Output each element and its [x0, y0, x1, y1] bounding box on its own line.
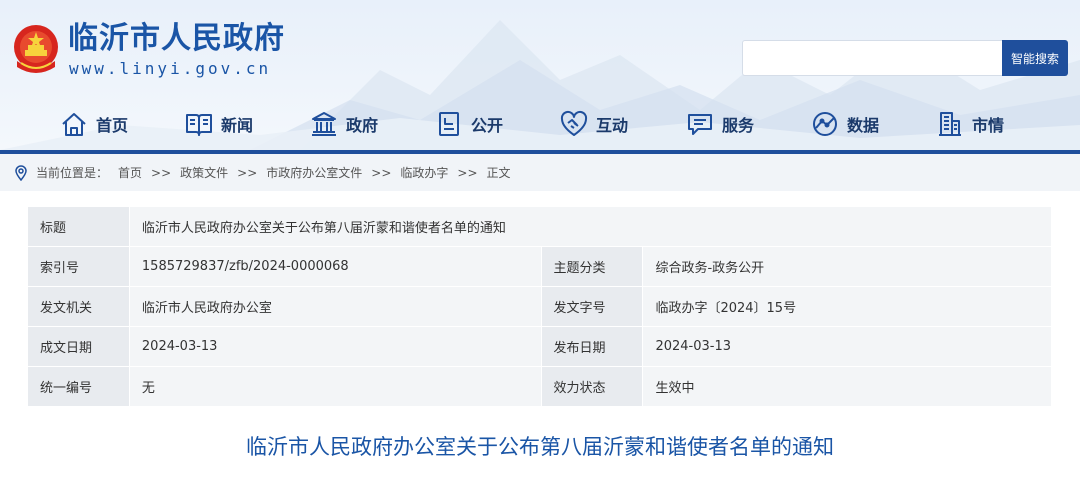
docno-value: 临政办字〔2024〕15号	[642, 286, 1052, 327]
breadcrumb-separator: >>	[237, 165, 258, 180]
document-icon	[439, 112, 459, 136]
nav-item-news[interactable]: 新闻	[185, 104, 253, 144]
published-date-value: 2024-03-13	[642, 326, 1052, 367]
home-icon	[62, 113, 86, 136]
breadcrumb-office-docs[interactable]: 市政府办公室文件	[266, 164, 362, 181]
nav-item-interaction[interactable]: 互动	[560, 104, 628, 144]
nav-label: 服务	[722, 116, 755, 135]
book-icon	[186, 114, 212, 136]
breadcrumb-separator: >>	[457, 165, 478, 180]
written-date-value: 2024-03-13	[128, 326, 542, 367]
topic-value: 综合政务-政务公开	[642, 246, 1052, 287]
title-label: 标题	[27, 206, 130, 247]
topic-label: 主题分类	[540, 246, 644, 287]
index-value: 1585729837/zfb/2024-0000068	[128, 246, 542, 287]
nav-item-data[interactable]: 数据	[811, 104, 879, 144]
breadcrumb-policy-docs[interactable]: 政策文件	[180, 164, 228, 181]
document-info-table: 标题 临沂市人民政府办公室关于公布第八届沂蒙和谐使者名单的通知 索引号 1585…	[27, 206, 1053, 407]
breadcrumb-separator: >>	[151, 165, 172, 180]
government-building-icon	[312, 112, 336, 136]
data-icon	[813, 112, 837, 136]
issuer-value: 临沂市人民政府办公室	[128, 286, 542, 327]
breadcrumb-prefix: 当前位置是：	[36, 166, 109, 180]
nav-item-city[interactable]: 市情	[936, 104, 1004, 144]
breadcrumb: 当前位置是： 首页 >> 政策文件 >> 市政府办公室文件 >> 临政办字 >>…	[0, 154, 1080, 191]
nav-label: 首页	[96, 116, 129, 135]
site-title[interactable]: 临沂市人民政府	[68, 22, 285, 56]
search-input[interactable]	[742, 40, 1002, 76]
table-row: 发文机关 临沂市人民政府办公室 发文字号 临政办字〔2024〕15号	[27, 286, 1052, 327]
breadcrumb-linzhengban[interactable]: 临政办字	[400, 164, 448, 181]
serial-label: 统一编号	[27, 366, 130, 407]
nav-item-public[interactable]: 公开	[435, 104, 503, 144]
national-emblem-icon	[14, 25, 58, 73]
site-header: 临沂市人民政府 www.linyi.gov.cn 智能搜索 首页 新闻 政府 公…	[0, 0, 1080, 150]
published-date-label: 发布日期	[540, 326, 644, 367]
index-label: 索引号	[27, 246, 130, 287]
article-title: 临沂市人民政府办公室关于公布第八届沂蒙和谐使者名单的通知	[246, 435, 834, 459]
breadcrumb-current: 正文	[486, 166, 511, 180]
status-value: 生效中	[642, 366, 1052, 407]
location-pin-icon	[15, 164, 27, 181]
serial-value: 无	[128, 366, 542, 407]
search-button[interactable]: 智能搜索	[1002, 40, 1068, 76]
docno-label: 发文字号	[540, 286, 644, 327]
nav-item-service[interactable]: 服务	[686, 104, 754, 144]
issuer-label: 发文机关	[27, 286, 130, 327]
main-nav: 首页 新闻 政府 公开 互动 服务 数据 市情	[0, 104, 1080, 144]
breadcrumb-home[interactable]: 首页	[118, 164, 142, 181]
title-value: 临沂市人民政府办公室关于公布第八届沂蒙和谐使者名单的通知	[128, 206, 1053, 247]
written-date-label: 成文日期	[27, 326, 130, 367]
city-icon	[939, 112, 961, 136]
table-row: 统一编号 无 效力状态 生效中	[27, 366, 1052, 407]
table-row: 成文日期 2024-03-13 发布日期 2024-03-13	[27, 326, 1052, 367]
nav-item-home[interactable]: 首页	[60, 104, 128, 144]
status-label: 效力状态	[540, 366, 644, 407]
nav-label: 公开	[471, 116, 504, 135]
nav-item-government[interactable]: 政府	[310, 104, 378, 144]
handshake-icon	[560, 110, 588, 136]
nav-label: 数据	[847, 116, 880, 135]
breadcrumb-separator: >>	[371, 165, 392, 180]
site-url: www.linyi.gov.cn	[69, 59, 272, 78]
table-row: 标题 临沂市人民政府办公室关于公布第八届沂蒙和谐使者名单的通知	[27, 206, 1053, 247]
nav-label: 新闻	[221, 116, 254, 135]
nav-label: 市情	[972, 116, 1005, 135]
nav-label: 互动	[596, 116, 629, 135]
nav-label: 政府	[346, 116, 379, 135]
table-row: 索引号 1585729837/zfb/2024-0000068 主题分类 综合政…	[27, 246, 1052, 287]
chat-icon	[688, 114, 712, 135]
